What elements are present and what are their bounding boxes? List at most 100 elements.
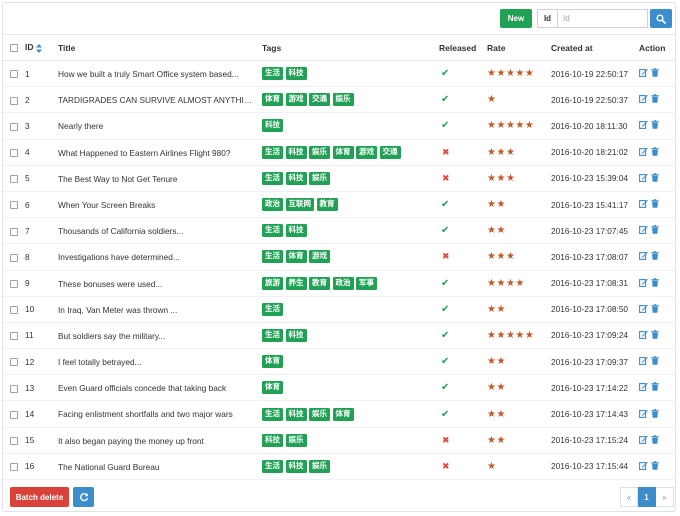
row-checkbox[interactable] (10, 122, 18, 131)
sort-icon[interactable] (35, 43, 42, 53)
row-released: ✔ (439, 374, 487, 402)
trash-icon[interactable] (651, 330, 659, 339)
check-icon: ✔ (441, 303, 450, 315)
row-checkbox[interactable] (10, 201, 18, 210)
select-all-checkbox[interactable] (10, 44, 18, 53)
trash-icon[interactable] (651, 68, 659, 77)
edit-icon[interactable] (639, 461, 648, 470)
edit-icon[interactable] (639, 330, 648, 339)
pagination: « 1 » (620, 487, 674, 507)
edit-icon[interactable] (639, 356, 648, 366)
rating-stars: ★★ (487, 382, 506, 393)
edit-icon[interactable] (639, 199, 648, 208)
edit-icon[interactable] (639, 147, 648, 156)
rating-stars: ★★★ (487, 173, 515, 184)
table-row: 8 Investigations have determined... 生活 体育 游戏… (3, 243, 675, 271)
row-tags: 体育 (262, 374, 439, 402)
row-select-cell (3, 139, 25, 166)
edit-icon[interactable] (639, 225, 648, 235)
row-checkbox[interactable] (10, 227, 18, 236)
tag-badge: 教育 (309, 276, 330, 290)
check-icon: ✔ (441, 408, 450, 420)
row-checkbox[interactable] (10, 96, 18, 105)
edit-icon[interactable] (639, 304, 648, 313)
row-checkbox[interactable] (10, 253, 18, 262)
row-released: ✔ (439, 191, 487, 219)
trash-icon[interactable] (651, 434, 659, 444)
row-id: 3 (25, 112, 58, 140)
edit-icon[interactable] (639, 94, 648, 104)
edit-icon[interactable] (639, 278, 648, 287)
row-tags: 科技 (262, 112, 439, 140)
trash-icon[interactable] (651, 408, 659, 418)
row-checkbox[interactable] (10, 384, 18, 393)
trash-icon[interactable] (651, 94, 659, 104)
refresh-button[interactable] (73, 487, 94, 507)
row-tags: 生活 (262, 296, 439, 323)
row-title-cell: Even Guard officials concede that taking… (58, 374, 262, 402)
pagination-next[interactable]: » (656, 487, 674, 507)
trash-icon[interactable] (651, 303, 659, 313)
row-checkbox[interactable] (10, 410, 18, 419)
row-checkbox[interactable] (10, 70, 18, 79)
trash-icon[interactable] (651, 356, 659, 365)
edit-icon[interactable] (639, 68, 648, 78)
row-created-at: 2016-10-19 22:50:17 (551, 60, 639, 88)
row-title: I feel totally betrayed... (58, 357, 142, 368)
table-row: 7 Thousands of California soldiers... 生活 科技… (3, 217, 675, 245)
edit-icon[interactable] (639, 120, 648, 130)
row-checkbox[interactable] (10, 306, 18, 315)
trash-icon[interactable] (651, 173, 659, 182)
new-button[interactable]: New (500, 9, 532, 28)
row-created-at: 2016-10-23 17:14:43 (551, 400, 639, 428)
row-select-cell (3, 217, 25, 245)
edit-icon[interactable] (639, 251, 648, 261)
star-icon: ★ (505, 120, 516, 132)
star-icon: ★ (496, 356, 506, 368)
tag-badge: 科技 (262, 433, 283, 447)
row-title-cell: Investigations have determined... (58, 243, 262, 271)
star-icon: ★ (487, 94, 497, 106)
trash-icon[interactable] (651, 199, 659, 208)
row-created-at: 2016-10-23 15:39:04 (551, 165, 639, 192)
row-title-cell: The National Guard Bureau (58, 453, 262, 481)
cross-icon: ✖ (442, 172, 450, 183)
trash-icon[interactable] (651, 277, 659, 287)
row-select-cell (3, 86, 25, 114)
star-icon: ★ (496, 382, 506, 394)
search-button[interactable] (650, 9, 672, 28)
row-checkbox[interactable] (10, 175, 18, 184)
tag-badge: 生活 (262, 67, 283, 81)
row-checkbox[interactable] (10, 279, 18, 288)
table-row: 4 What Happened to Eastern Airlines Fligh… (3, 139, 675, 166)
row-title: TARDIGRADES CAN SURVIVE ALMOST ANYTHING (58, 95, 256, 106)
tag-badge: 科技 (285, 407, 307, 421)
trash-icon[interactable] (651, 251, 659, 261)
trash-icon[interactable] (651, 225, 659, 235)
batch-delete-button[interactable]: Batch delete (10, 487, 69, 507)
data-table: ID Title Tags Released Rate Created at A… (3, 34, 675, 481)
pagination-page-1[interactable]: 1 (638, 487, 656, 507)
row-checkbox[interactable] (10, 463, 18, 472)
row-tags: 生活 科技 (262, 60, 439, 88)
row-checkbox[interactable] (10, 148, 18, 157)
edit-icon[interactable] (639, 173, 648, 182)
edit-icon[interactable] (639, 409, 648, 418)
column-id[interactable]: ID (25, 34, 58, 61)
trash-icon[interactable] (651, 120, 659, 130)
select-all-cell (3, 34, 25, 61)
id-filter-input[interactable] (557, 9, 648, 28)
row-title: How we built a truly Smart Office system… (58, 69, 239, 79)
trash-icon[interactable] (651, 461, 659, 470)
trash-icon[interactable] (651, 146, 659, 156)
star-icon: ★ (515, 329, 525, 341)
row-checkbox[interactable] (10, 437, 18, 446)
pagination-prev[interactable]: « (620, 487, 638, 507)
row-checkbox[interactable] (10, 358, 18, 367)
trash-icon[interactable] (651, 382, 659, 392)
edit-icon[interactable] (639, 435, 648, 444)
tag-badge: 体育 (332, 407, 354, 421)
row-checkbox[interactable] (10, 332, 18, 341)
row-created-at: 2016-10-19 22:50:37 (551, 86, 639, 114)
edit-icon[interactable] (639, 382, 648, 392)
